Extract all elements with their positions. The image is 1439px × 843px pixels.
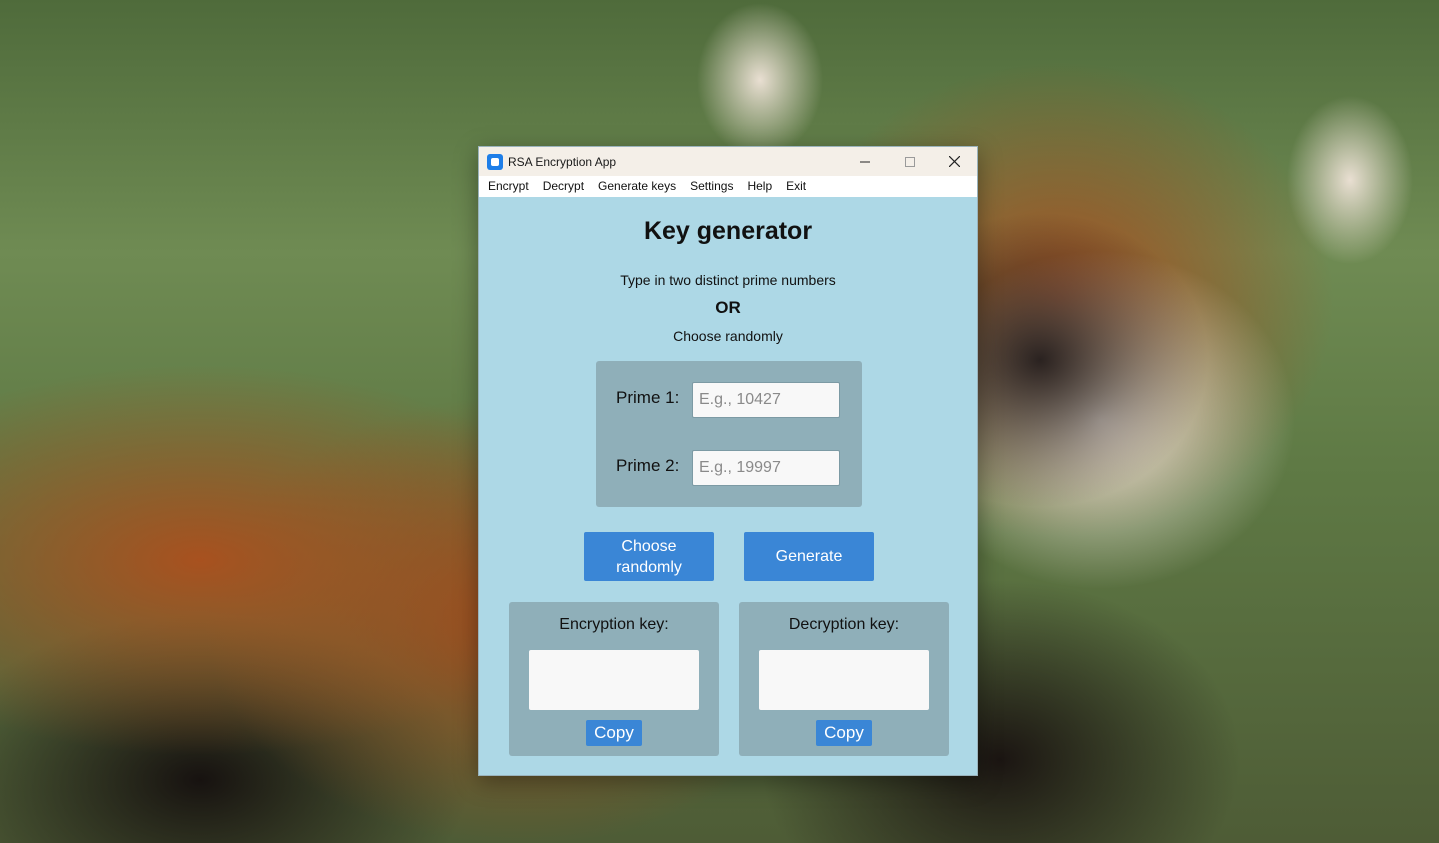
copy-encryption-key-button[interactable]: Copy xyxy=(586,720,642,746)
app-icon xyxy=(487,153,503,170)
menu-decrypt[interactable]: Decrypt xyxy=(536,176,591,197)
generate-button[interactable]: Generate xyxy=(744,532,874,581)
minimize-button[interactable] xyxy=(842,147,887,176)
decryption-key-panel: Decryption key: Copy xyxy=(739,602,949,756)
page-title: Key generator xyxy=(643,217,813,245)
prime2-label: Prime 2: xyxy=(616,456,680,475)
menu-generate-keys[interactable]: Generate keys xyxy=(591,176,683,197)
prime2-input[interactable] xyxy=(692,450,840,486)
close-icon xyxy=(949,156,960,167)
decryption-key-label: Decryption key: xyxy=(788,616,900,633)
prime1-input[interactable] xyxy=(692,382,840,418)
prime1-label: Prime 1: xyxy=(616,388,680,407)
encryption-key-label: Encryption key: xyxy=(559,616,669,633)
window-title: RSA Encryption App xyxy=(508,154,617,169)
instruction-or: OR xyxy=(715,298,741,317)
menu-bar: Encrypt Decrypt Generate keys Settings H… xyxy=(479,176,977,197)
minimize-icon xyxy=(859,161,870,162)
menu-settings[interactable]: Settings xyxy=(683,176,740,197)
menu-encrypt[interactable]: Encrypt xyxy=(481,176,536,197)
decryption-key-output[interactable] xyxy=(759,650,929,710)
maximize-icon xyxy=(904,156,915,167)
encryption-key-panel: Encryption key: Copy xyxy=(509,602,719,756)
key-generator-page: Key generator Type in two distinct prime… xyxy=(479,197,977,775)
title-bar[interactable]: RSA Encryption App xyxy=(479,147,977,176)
window-controls xyxy=(842,147,977,176)
menu-help[interactable]: Help xyxy=(740,176,779,197)
instruction-random: Choose randomly xyxy=(673,328,783,344)
encryption-key-output[interactable] xyxy=(529,650,699,710)
app-window: RSA Encryption App Encrypt Decrypt Gener… xyxy=(478,146,978,776)
copy-decryption-key-button[interactable]: Copy xyxy=(816,720,872,746)
instruction-primes: Type in two distinct prime numbers xyxy=(620,272,836,288)
close-button[interactable] xyxy=(932,147,977,176)
prime-input-panel: Prime 1: Prime 2: xyxy=(596,361,862,507)
menu-exit[interactable]: Exit xyxy=(779,176,813,197)
maximize-button[interactable] xyxy=(887,147,932,176)
choose-randomly-button[interactable]: Choose randomly xyxy=(584,532,714,581)
